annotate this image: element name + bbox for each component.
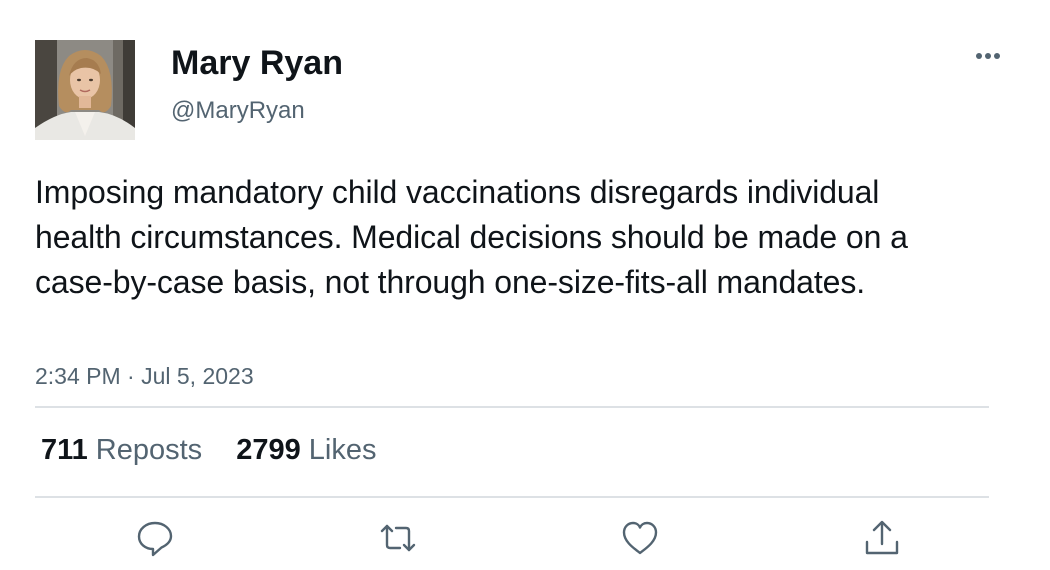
repost-icon [380,524,416,552]
likes-label: Likes [308,434,377,466]
likes-count: 2799 [236,434,301,466]
reposts-count: 711 [41,434,88,466]
share-button[interactable] [862,518,902,558]
tweet-text: Imposing mandatory child vaccinations di… [35,174,908,300]
tweet-timestamp[interactable]: 2:34 PM · Jul 5, 2023 [35,361,254,391]
author-name[interactable]: Mary Ryan [171,42,343,84]
engagement-stats: 711 Reposts 2799 Likes [41,432,402,468]
profile-photo-icon [35,40,135,140]
reply-button[interactable] [135,518,175,558]
more-options-icon[interactable] [970,44,1006,68]
author-handle[interactable]: @MaryRyan [171,96,305,126]
reply-icon [137,521,173,557]
likes-stat[interactable]: 2799 Likes [236,432,376,468]
like-icon [622,521,658,555]
repost-button[interactable] [378,518,418,558]
avatar[interactable] [35,40,135,140]
share-icon [865,520,899,555]
like-button[interactable] [620,518,660,558]
divider [35,406,989,408]
divider [35,496,989,498]
reposts-stat[interactable]: 711 Reposts [41,432,202,468]
reposts-label: Reposts [95,434,203,466]
